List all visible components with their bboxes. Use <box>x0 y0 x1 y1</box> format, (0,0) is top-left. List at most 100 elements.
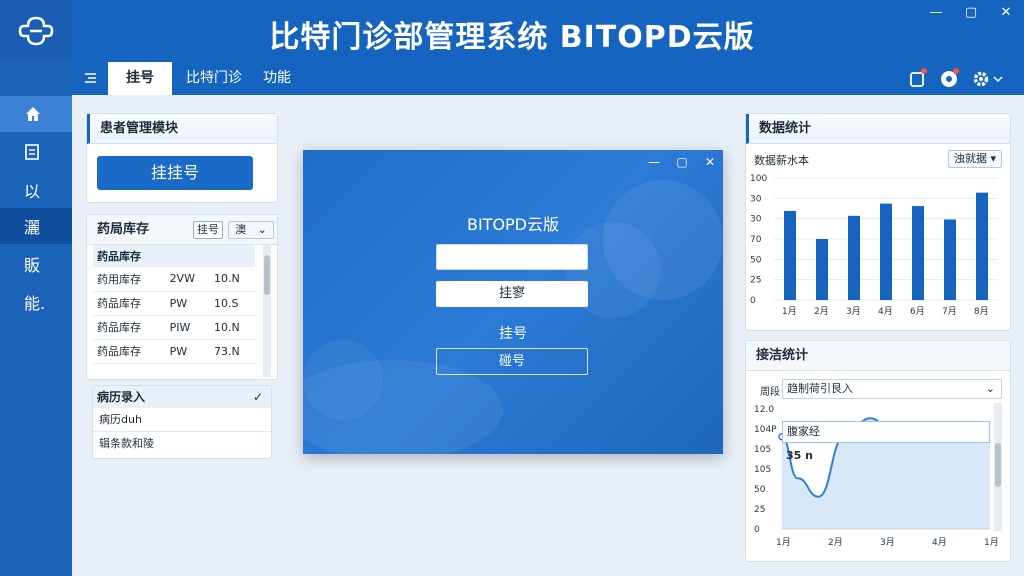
maximize-button[interactable]: ▢ <box>960 4 982 22</box>
dialog-label: 挂号 <box>499 326 527 342</box>
inventory-table: 药品库存 药用库存 2VW 10.N 药品库存 PW 10.S 药品库存 PIW… <box>93 245 255 364</box>
nav-item-4[interactable]: 灑 <box>0 208 72 244</box>
home-icon <box>26 107 40 121</box>
y-tick-label: 30 <box>750 215 762 225</box>
nav-documents[interactable] <box>0 134 72 170</box>
y-tick-label: 70 <box>750 235 762 245</box>
table-row[interactable]: 药用库存 2VW 10.N <box>93 267 255 292</box>
check-icon: ✓ <box>252 390 263 404</box>
bar <box>784 210 796 300</box>
inventory-header: 药品库存 <box>93 245 255 267</box>
item-name: 药品库存 <box>93 315 166 340</box>
menu-icon[interactable] <box>82 70 98 86</box>
item-qty: 10.N <box>210 315 255 340</box>
pharmacy-panel: 药局库存 挂号 澳 ⌄ 药品库存 药用库存 2VW 10.N 药品库存 PW 1… <box>86 214 278 380</box>
x-tick-label: 4月 <box>878 306 893 317</box>
close-button[interactable]: ✕ <box>995 4 1017 22</box>
chart-marker-label: 35 n <box>786 449 813 462</box>
dialog-maximize-button[interactable]: ▢ <box>673 154 691 170</box>
minimize-button[interactable]: — <box>925 4 947 22</box>
chevron-down-icon: ⌄ <box>257 223 267 236</box>
dialog-close-button[interactable]: ✕ <box>701 154 719 170</box>
table-row[interactable]: 药品库存 PW 10.S <box>93 291 255 316</box>
table-row[interactable]: 药品库存 PW 73.N <box>93 339 255 364</box>
patient-panel: 患者管理模块 挂挂号 <box>86 113 278 203</box>
dialog-title: BITOPD云版 <box>466 215 560 234</box>
patient-panel-title: 患者管理模块 <box>87 114 277 144</box>
dialog-input[interactable] <box>436 244 588 270</box>
inventory-scrollbar[interactable] <box>263 245 271 377</box>
nav-home[interactable] <box>0 96 72 132</box>
item-qty: 73.N <box>210 339 255 364</box>
item-unit: PW <box>165 339 211 364</box>
records-title: 病历录入 <box>97 390 146 404</box>
y-tick-label: 25 <box>754 505 765 515</box>
y-tick-label: 50 <box>754 485 766 495</box>
records-header[interactable]: 病历录入 ✓ <box>93 386 271 408</box>
stats-title: 数据统计 <box>746 114 1010 144</box>
bar-chart: 100 30 30 70 50 25 0 1月 2月 3月 4月 6月 7月 8月 <box>750 174 998 317</box>
item-qty: 10.N <box>210 267 255 292</box>
y-tick-label: 25 <box>750 276 761 286</box>
nav-item-5[interactable]: 販 <box>0 246 72 282</box>
x-tick-label: 8月 <box>974 306 989 317</box>
pharmacy-dropdown-value: 澳 <box>235 223 247 236</box>
item-unit: PIW <box>165 315 211 340</box>
inventory-scroll-thumb[interactable] <box>264 255 270 295</box>
item-unit: 2VW <box>165 267 211 292</box>
bar <box>880 203 892 300</box>
chevron-down-icon[interactable] <box>992 68 1004 90</box>
item-name: 药品库存 <box>93 339 166 364</box>
x-tick-label: 7月 <box>942 306 957 317</box>
x-tick-label: 4月 <box>932 537 947 548</box>
trend-select-value: 趋制荷引艮入 <box>787 382 853 395</box>
stats-panel: 数据统计 数据薪水本 浊就据 ▾ 100 30 30 70 50 25 0 1月 2月 3月 4月 6… <box>745 113 1011 331</box>
bar <box>912 206 924 300</box>
pharmacy-dropdown[interactable]: 澳 ⌄ <box>228 221 274 239</box>
item-qty: 10.S <box>210 291 255 316</box>
y-tick-label: 0 <box>754 525 760 535</box>
y-tick-label: 105 <box>754 465 771 475</box>
x-tick-label: 1月 <box>782 306 797 317</box>
login-dialog: — ▢ ✕ BITOPD云版 挂寥 挂号 碰号 <box>303 150 723 454</box>
table-row[interactable]: 药品库存 PIW 10.N <box>93 315 255 340</box>
nav-item-6[interactable]: 能. <box>0 284 72 320</box>
y-tick-label: 12.0 <box>754 405 774 415</box>
nav-item-3[interactable]: 以 <box>0 172 72 208</box>
item-name: 药用库存 <box>93 267 166 292</box>
tab-functions[interactable]: 功能 <box>254 62 300 95</box>
dialog-minimize-button[interactable]: — <box>645 154 663 170</box>
bar <box>944 219 956 300</box>
bar <box>976 192 988 300</box>
user-dot <box>953 68 959 74</box>
select-prefix: 周段 <box>760 387 780 398</box>
item-name: 药品库存 <box>93 291 166 316</box>
dialog-register-button[interactable]: 碰号 <box>436 348 588 375</box>
trend-scrollbar[interactable] <box>994 403 1002 531</box>
bar <box>816 239 828 300</box>
record-item[interactable]: 病历duh <box>93 408 271 432</box>
chevron-down-icon: ⌄ <box>985 382 995 395</box>
chevron-down-icon: ▾ <box>990 152 997 165</box>
tab-register[interactable]: 挂号 <box>108 62 172 95</box>
x-tick-label: 1月 <box>984 537 999 548</box>
left-nav: 以 灑 販 能. <box>0 62 72 576</box>
pharmacy-register-button[interactable]: 挂号 <box>193 221 223 239</box>
register-button[interactable]: 挂挂号 <box>97 156 253 190</box>
tab-clinic[interactable]: 比特门诊 <box>176 62 252 95</box>
x-tick-label: 3月 <box>880 537 895 548</box>
y-tick-label: 30 <box>750 194 762 204</box>
y-tick-label: 104P <box>754 425 777 435</box>
bar <box>848 215 860 300</box>
inventory-header-row: 药品库存 <box>93 245 255 267</box>
trend-select[interactable]: 趋制荷引艮入 ⌄ <box>782 379 1002 399</box>
y-tick-label: 100 <box>750 174 767 184</box>
stats-dropdown-value: 浊就据 <box>953 152 987 165</box>
notification-dot <box>921 68 927 74</box>
x-tick-label: 6月 <box>910 306 925 317</box>
gear-icon[interactable] <box>970 68 992 90</box>
record-item[interactable]: 辑条款和陵 <box>93 432 271 456</box>
trend-scroll-thumb[interactable] <box>995 443 1001 487</box>
dialog-confirm-button[interactable]: 挂寥 <box>436 281 588 307</box>
app-title: 比特门诊部管理系统 BITOPD云版 <box>269 20 755 55</box>
